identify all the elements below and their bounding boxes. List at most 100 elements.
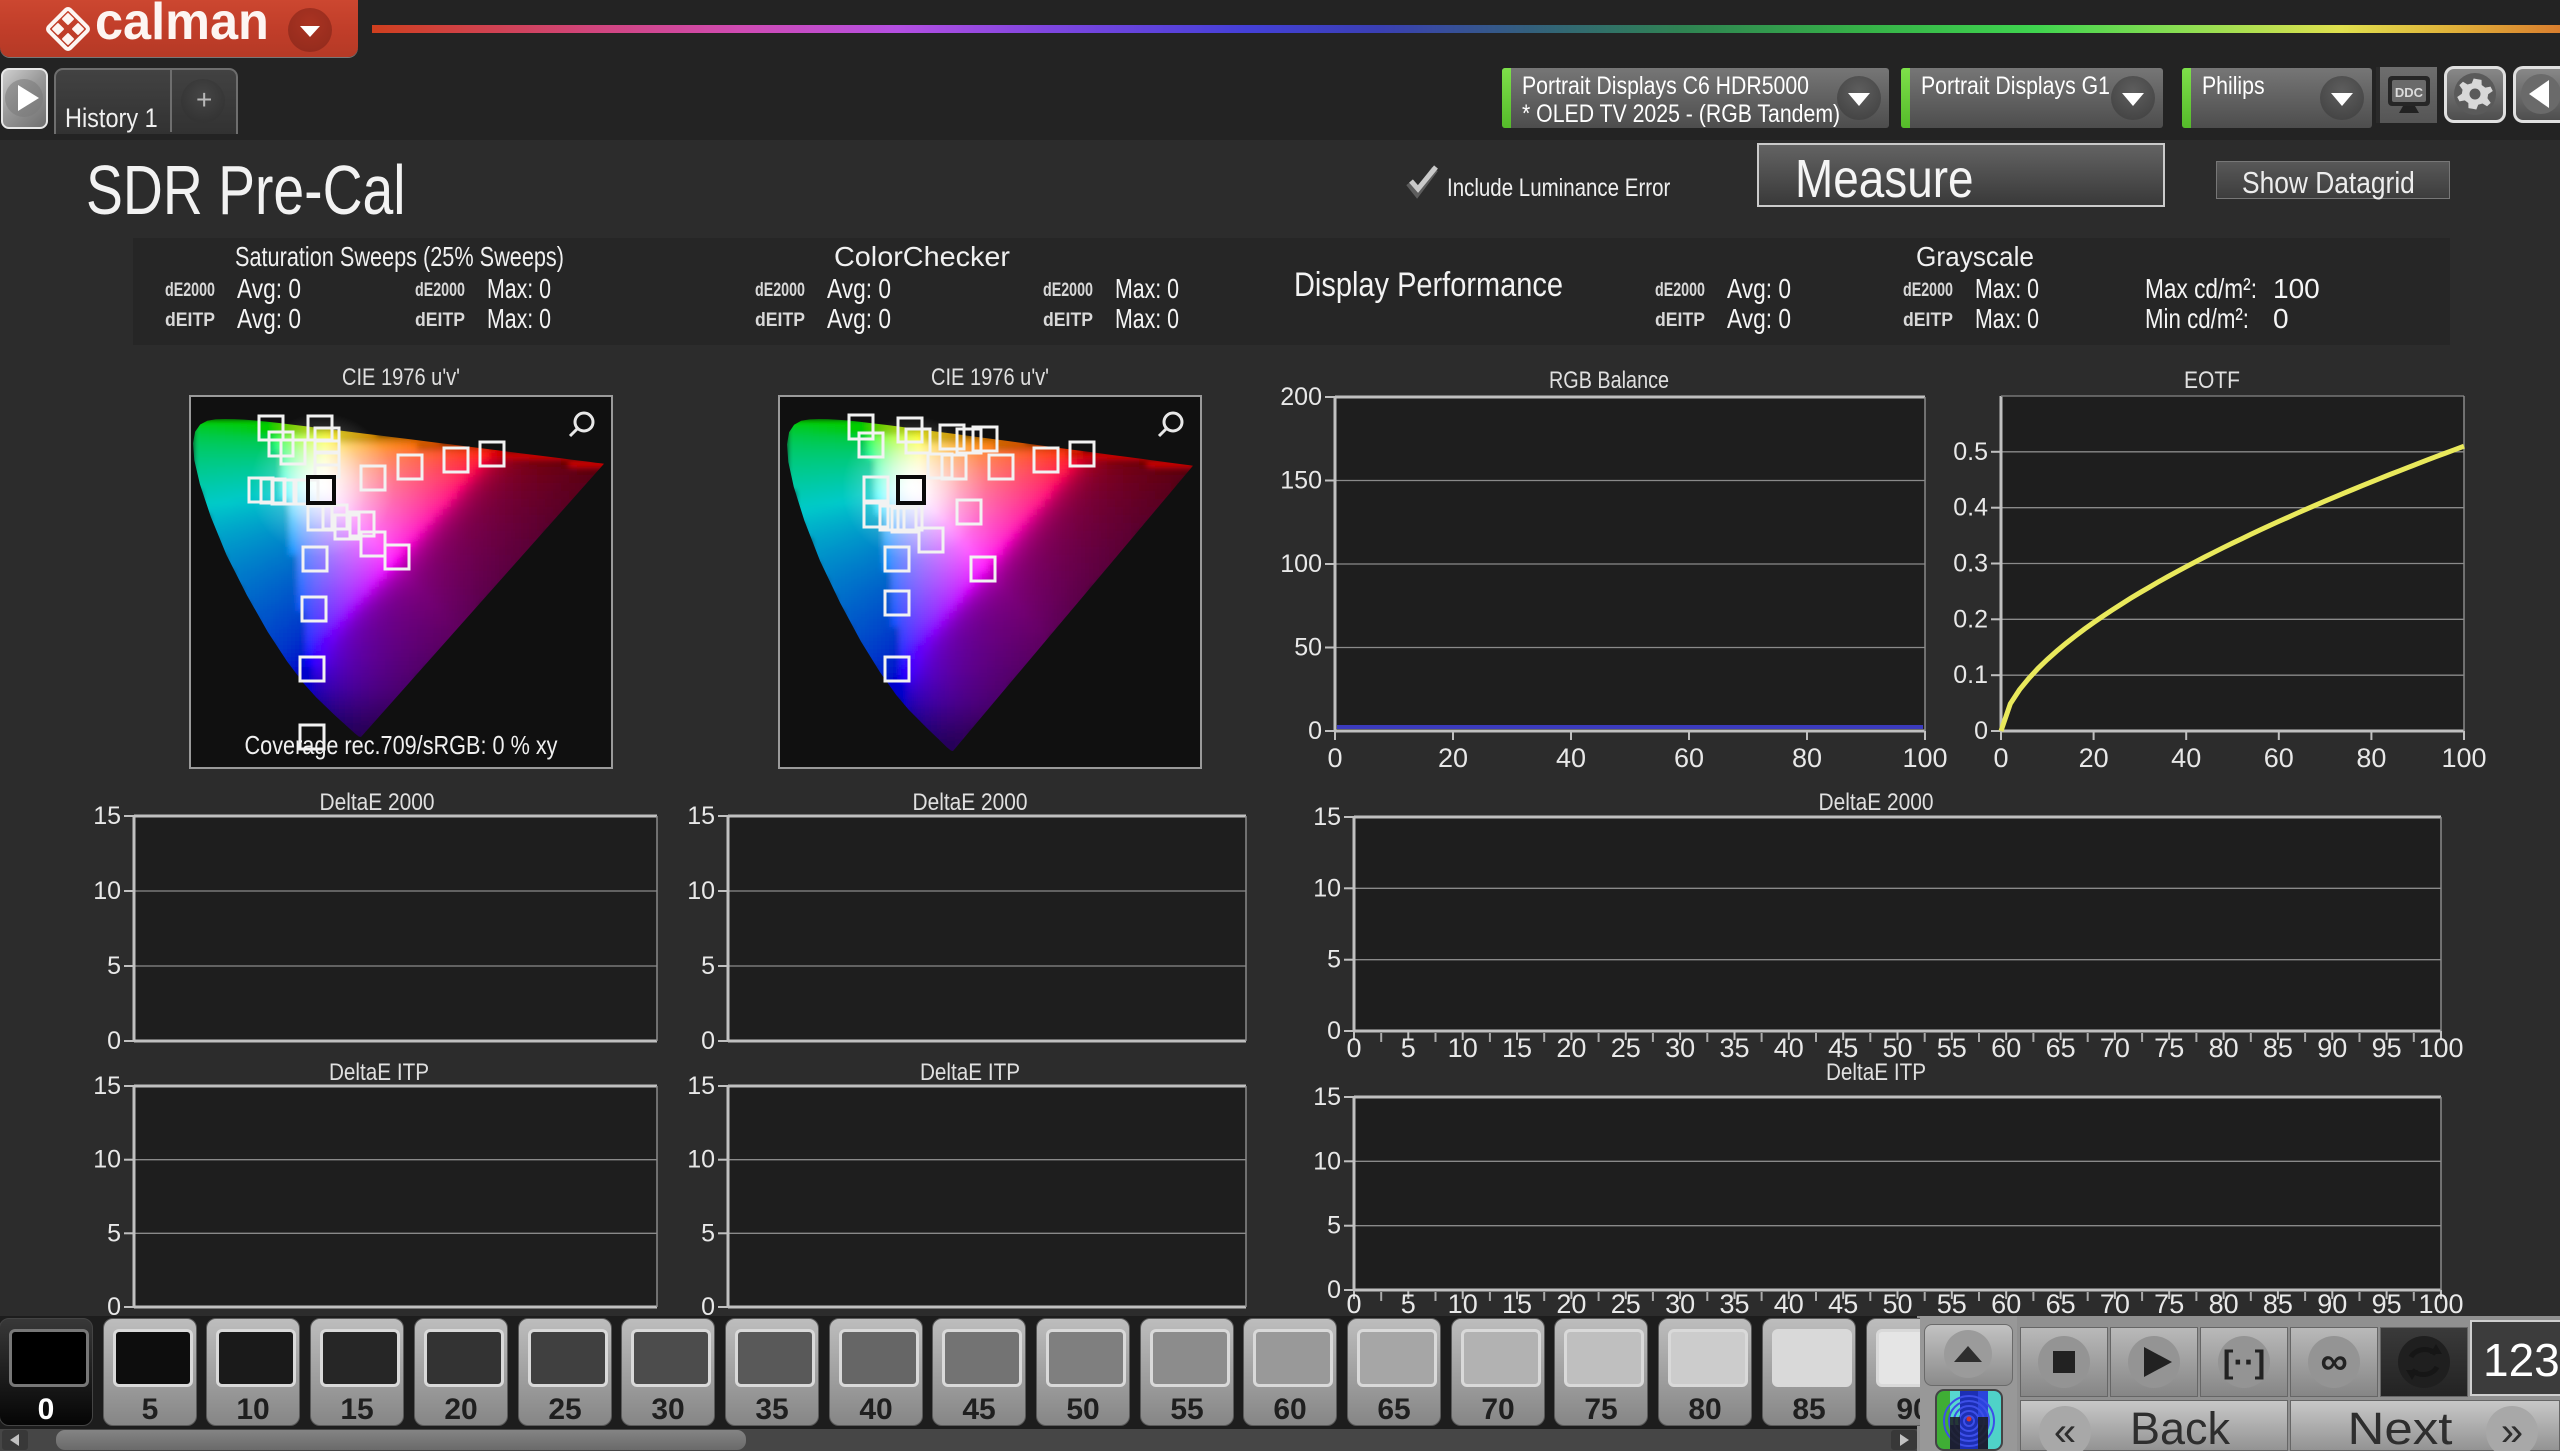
svg-text:95: 95 xyxy=(2372,1289,2402,1319)
svg-text:100: 100 xyxy=(2418,1033,2463,1063)
svg-text:0: 0 xyxy=(1346,1033,1361,1063)
svg-text:50: 50 xyxy=(1294,634,1322,662)
svg-text:60: 60 xyxy=(1674,743,1704,773)
svg-text:10: 10 xyxy=(1313,874,1341,902)
svg-text:85: 85 xyxy=(2263,1033,2293,1063)
svg-text:60: 60 xyxy=(2264,743,2294,773)
svg-text:dEITP: dEITP xyxy=(1655,310,1705,331)
svg-text:Saturation Sweeps (25% Sweeps): Saturation Sweeps (25% Sweeps) xyxy=(235,241,564,272)
svg-text:10: 10 xyxy=(93,1146,121,1174)
svg-text:ColorChecker: ColorChecker xyxy=(834,241,1010,272)
svg-text:100: 100 xyxy=(2273,273,2320,304)
svg-text:100: 100 xyxy=(1902,743,1947,773)
svg-text:dEITP: dEITP xyxy=(165,310,215,331)
svg-text:Grayscale: Grayscale xyxy=(1916,241,2034,272)
svg-text:150: 150 xyxy=(1280,467,1322,495)
svg-text:0: 0 xyxy=(2273,303,2289,334)
svg-text:Max: 0: Max: 0 xyxy=(487,273,551,304)
svg-text:80: 80 xyxy=(1792,743,1822,773)
svg-text:20: 20 xyxy=(1556,1033,1586,1063)
svg-text:DeltaE ITP: DeltaE ITP xyxy=(329,1059,429,1086)
svg-text:15: 15 xyxy=(93,1072,121,1100)
svg-text:DeltaE 2000: DeltaE 2000 xyxy=(913,789,1028,816)
svg-text:0.2: 0.2 xyxy=(1953,605,1988,633)
svg-text:55: 55 xyxy=(1937,1289,1967,1319)
svg-text:80: 80 xyxy=(2356,743,2386,773)
svg-text:100: 100 xyxy=(2418,1289,2463,1319)
svg-text:0: 0 xyxy=(1308,717,1322,745)
svg-text:0: 0 xyxy=(1993,743,2008,773)
svg-text:5: 5 xyxy=(701,1219,715,1247)
svg-text:40: 40 xyxy=(2171,743,2201,773)
svg-text:Max: 0: Max: 0 xyxy=(1115,303,1179,334)
svg-text:dE2000: dE2000 xyxy=(165,280,215,301)
svg-text:10: 10 xyxy=(687,1146,715,1174)
svg-text:0.5: 0.5 xyxy=(1953,438,1988,466)
svg-text:DeltaE ITP: DeltaE ITP xyxy=(920,1059,1020,1086)
svg-text:30: 30 xyxy=(1665,1289,1695,1319)
svg-text:dE2000: dE2000 xyxy=(415,280,465,301)
svg-text:25: 25 xyxy=(1611,1033,1641,1063)
svg-text:5: 5 xyxy=(107,1219,121,1247)
svg-text:15: 15 xyxy=(93,802,121,830)
svg-text:0: 0 xyxy=(1327,1276,1341,1304)
svg-text:5: 5 xyxy=(1327,946,1341,974)
svg-text:15: 15 xyxy=(687,1072,715,1100)
svg-text:15: 15 xyxy=(1502,1033,1532,1063)
svg-text:»: » xyxy=(2501,1410,2523,1451)
svg-text:Avg: 0: Avg: 0 xyxy=(237,303,301,334)
svg-text:10: 10 xyxy=(1448,1289,1478,1319)
svg-text:Max cd/m²:: Max cd/m²: xyxy=(2145,273,2257,304)
svg-text:35: 35 xyxy=(1719,1289,1749,1319)
svg-text:35: 35 xyxy=(1719,1033,1749,1063)
svg-text:20: 20 xyxy=(1556,1289,1586,1319)
svg-text:100: 100 xyxy=(2441,743,2486,773)
svg-text:5: 5 xyxy=(1401,1033,1416,1063)
svg-text:100: 100 xyxy=(1280,550,1322,578)
svg-text:30: 30 xyxy=(1665,1033,1695,1063)
svg-text:65: 65 xyxy=(2046,1033,2076,1063)
svg-text:25: 25 xyxy=(1611,1289,1641,1319)
svg-text:Avg: 0: Avg: 0 xyxy=(827,273,891,304)
svg-text:95: 95 xyxy=(2372,1033,2402,1063)
svg-text:Back: Back xyxy=(2130,1403,2230,1451)
svg-text:65: 65 xyxy=(2046,1289,2076,1319)
svg-text:75: 75 xyxy=(2154,1033,2184,1063)
svg-text:0.1: 0.1 xyxy=(1953,661,1988,689)
svg-text:Max: 0: Max: 0 xyxy=(487,303,551,334)
svg-text:dE2000: dE2000 xyxy=(755,280,805,301)
svg-text:80: 80 xyxy=(2209,1289,2239,1319)
svg-text:dEITP: dEITP xyxy=(1043,310,1093,331)
svg-text:dEITP: dEITP xyxy=(1903,310,1953,331)
svg-text:90: 90 xyxy=(2317,1033,2347,1063)
svg-text:dEITP: dEITP xyxy=(755,310,805,331)
svg-text:Coverage rec.709/sRGB: 0 % xy: Coverage rec.709/sRGB: 0 % xy xyxy=(245,730,558,760)
svg-text:Max: 0: Max: 0 xyxy=(1975,303,2039,334)
svg-text:0.4: 0.4 xyxy=(1953,494,1988,522)
svg-text:dEITP: dEITP xyxy=(415,310,465,331)
svg-text:Avg: 0: Avg: 0 xyxy=(1727,273,1791,304)
svg-text:200: 200 xyxy=(1280,383,1322,411)
svg-text:0: 0 xyxy=(107,1027,121,1055)
svg-text:45: 45 xyxy=(1828,1289,1858,1319)
svg-text:10: 10 xyxy=(1313,1147,1341,1175)
svg-text:80: 80 xyxy=(2209,1033,2239,1063)
svg-text:60: 60 xyxy=(1991,1033,2021,1063)
svg-text:CIE 1976 u'v': CIE 1976 u'v' xyxy=(931,364,1049,391)
svg-text:15: 15 xyxy=(1313,803,1341,831)
svg-text:dE2000: dE2000 xyxy=(1655,280,1705,301)
svg-text:5: 5 xyxy=(1401,1289,1416,1319)
svg-text:0.3: 0.3 xyxy=(1953,550,1988,578)
svg-text:Avg: 0: Avg: 0 xyxy=(237,273,301,304)
svg-text:CIE 1976 u'v': CIE 1976 u'v' xyxy=(342,364,460,391)
svg-text:5: 5 xyxy=(107,952,121,980)
svg-text:60: 60 xyxy=(1991,1289,2021,1319)
svg-text:55: 55 xyxy=(1937,1033,1967,1063)
svg-text:75: 75 xyxy=(2154,1289,2184,1319)
svg-text:EOTF: EOTF xyxy=(2184,367,2240,394)
svg-text:0: 0 xyxy=(1327,743,1342,773)
svg-text:85: 85 xyxy=(2263,1289,2293,1319)
svg-text:0: 0 xyxy=(1974,717,1988,745)
svg-text:10: 10 xyxy=(687,877,715,905)
svg-text:0: 0 xyxy=(701,1027,715,1055)
